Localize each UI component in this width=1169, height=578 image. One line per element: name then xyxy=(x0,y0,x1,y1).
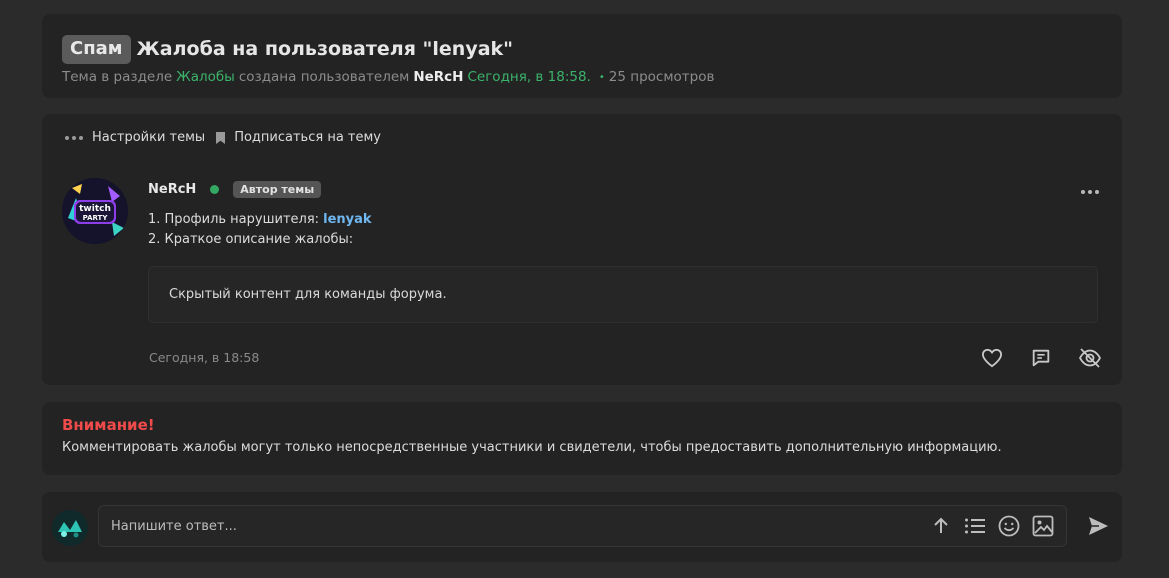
post-body: 1. Профиль нарушителя: lenyak 2. Краткое… xyxy=(148,210,372,250)
warning-block: Внимание! Комментировать жалобы могут то… xyxy=(42,402,1122,475)
created-time[interactable]: Сегодня, в 18:58. xyxy=(467,69,590,85)
smile-icon xyxy=(998,515,1020,537)
hidden-content-text: Скрытый контент для команды форума. xyxy=(169,287,447,302)
post-time[interactable]: Сегодня, в 18:58 xyxy=(149,350,259,365)
post-actions xyxy=(955,346,1102,370)
section-link[interactable]: Жалобы xyxy=(176,69,235,85)
heart-icon xyxy=(981,348,1003,368)
post-more-button[interactable] xyxy=(1080,180,1100,199)
warning-text: Комментировать жалобы могут только непос… xyxy=(62,440,1002,455)
editor-toolbar xyxy=(918,515,1054,537)
send-icon xyxy=(1089,517,1108,535)
post-author-row: NeRcH Автор темы xyxy=(148,181,322,198)
image-button[interactable] xyxy=(1032,515,1054,537)
arrow-up-icon xyxy=(934,517,948,533)
list-button[interactable] xyxy=(964,515,986,537)
hidden-content-box: Скрытый контент для команды форума. xyxy=(148,266,1098,323)
thread-title: Жалоба на пользователя "lenyak" xyxy=(136,38,514,60)
post-card: Настройки темы Подписаться на тему twitc… xyxy=(42,114,1122,385)
meta-created-label: создана пользователем xyxy=(238,69,410,85)
emoji-button[interactable] xyxy=(998,515,1020,537)
like-button[interactable] xyxy=(980,346,1004,370)
views-count: 25 просмотров xyxy=(608,69,715,85)
violator-link[interactable]: lenyak xyxy=(323,212,371,227)
ellipsis-icon xyxy=(64,135,84,141)
more-icon xyxy=(1081,190,1099,194)
reply-input[interactable] xyxy=(111,518,918,534)
author-avatar[interactable]: twitch PARTY xyxy=(62,178,128,244)
thread-title-row: Спам Жалоба на пользователя "lenyak" xyxy=(62,34,1102,64)
comment-icon xyxy=(1032,349,1050,367)
send-button[interactable] xyxy=(1086,514,1110,538)
quick-reply xyxy=(42,492,1122,562)
subscribe-button[interactable]: Подписаться на тему xyxy=(215,130,381,145)
list-icon xyxy=(965,518,985,534)
violator-label: 1. Профиль нарушителя: xyxy=(148,212,324,227)
reply-quote-button[interactable] xyxy=(1029,346,1053,370)
thread-settings-button[interactable]: Настройки темы xyxy=(64,130,205,145)
upload-button[interactable] xyxy=(930,515,952,537)
author-badge: Автор темы xyxy=(233,181,322,198)
meta-separator-dot: • xyxy=(598,71,605,83)
image-icon xyxy=(1032,515,1054,537)
post-author-name[interactable]: NeRcH xyxy=(148,182,196,197)
eye-off-icon xyxy=(1078,348,1102,368)
online-status-dot xyxy=(210,185,220,194)
bookmark-icon xyxy=(215,131,226,145)
thread-settings-label: Настройки темы xyxy=(92,130,206,145)
thread-meta: Тема в разделе Жалобы создана пользовате… xyxy=(62,69,1102,85)
avatar-text-bottom: PARTY xyxy=(83,214,109,222)
thread-toolbar: Настройки темы Подписаться на тему xyxy=(64,130,391,145)
hide-post-button[interactable] xyxy=(1078,346,1102,370)
warning-title: Внимание! xyxy=(62,416,155,434)
avatar-text-top: twitch xyxy=(79,204,111,214)
reply-editor[interactable] xyxy=(98,505,1067,547)
current-user-avatar[interactable] xyxy=(52,510,88,546)
post-line-2: 2. Краткое описание жалобы: xyxy=(148,232,354,247)
thread-header: Спам Жалоба на пользователя "lenyak" Тем… xyxy=(42,14,1122,98)
post-line-1: 1. Профиль нарушителя: lenyak xyxy=(148,210,372,230)
thread-prefix-badge[interactable]: Спам xyxy=(62,34,131,64)
subscribe-label: Подписаться на тему xyxy=(234,130,381,145)
creator-link[interactable]: NeRcH xyxy=(413,69,463,85)
meta-prefix: Тема в разделе xyxy=(62,69,173,85)
